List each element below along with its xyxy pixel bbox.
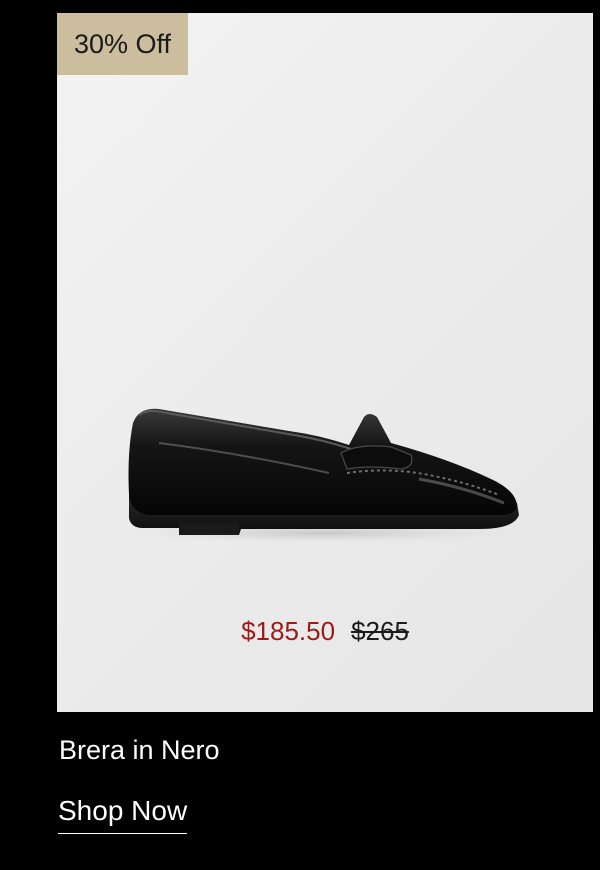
discount-badge: 30% Off [57, 13, 188, 75]
page: 30% Off $185.50 $265 Brera in Nero Shop … [0, 0, 600, 870]
discount-badge-label: 30% Off [73, 28, 172, 59]
sale-price: $185.50 [241, 616, 336, 646]
product-name[interactable]: Brera in Nero [59, 735, 220, 766]
shop-now-link[interactable]: Shop Now [58, 795, 188, 834]
price-row: $185.50 $265 [57, 616, 593, 647]
penny-loafer-shoe-icon [119, 408, 529, 543]
product-card[interactable]: 30% Off $185.50 $265 [57, 13, 593, 712]
original-price: $265 [351, 616, 409, 646]
